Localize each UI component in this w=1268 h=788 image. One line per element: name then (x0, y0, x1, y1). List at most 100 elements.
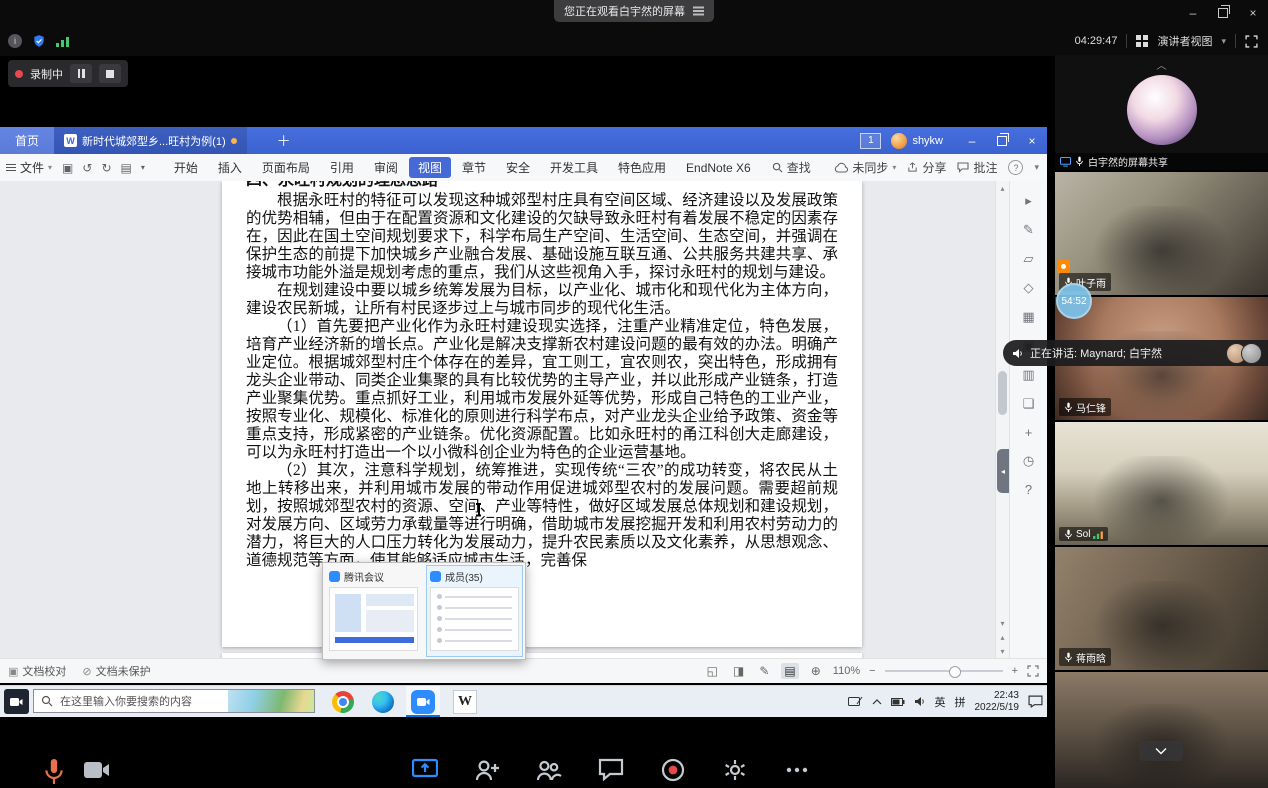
prev-page-icon[interactable]: ▴ (1000, 630, 1004, 644)
qat-caret-icon[interactable]: ▾ (141, 163, 145, 172)
meeting-mini-window[interactable] (4, 689, 29, 714)
ink-workspace-icon[interactable] (848, 696, 863, 708)
wps-restore-button[interactable] (987, 128, 1017, 154)
window-count-badge[interactable]: 1 (860, 133, 881, 149)
cloud-sync-button[interactable]: 未同步 ▾ (834, 159, 896, 176)
ribbon-collapse-icon[interactable]: ▾ (1034, 162, 1039, 173)
help-button[interactable]: ? (1008, 160, 1023, 175)
taskbar-meeting-icon[interactable] (406, 686, 440, 717)
taskbar-chrome-icon[interactable] (326, 686, 360, 717)
ribbon-tab-start[interactable]: 开始 (165, 157, 207, 178)
ribbon-tab-special-apps[interactable]: 特色应用 (609, 157, 675, 178)
zoom-level[interactable]: 110% (833, 665, 860, 677)
members-button[interactable] (536, 757, 562, 783)
taskbar-edge-icon[interactable] (366, 686, 400, 717)
account-chip[interactable]: shykw (891, 133, 943, 149)
chart-tool-icon[interactable]: ▥ (1022, 367, 1034, 383)
table-tool-icon[interactable]: ▦ (1022, 309, 1034, 325)
wps-close-button[interactable]: × (1017, 128, 1047, 154)
undo-icon[interactable]: ↺ (82, 161, 92, 175)
share-screen-button[interactable] (412, 757, 438, 783)
note-tool-icon[interactable]: ❏ (1023, 396, 1035, 412)
scrollbar-thumb[interactable] (998, 371, 1007, 415)
sidebar-chevron-up-icon[interactable]: ︿ (1157, 57, 1167, 72)
zoom-slider[interactable] (885, 670, 1003, 672)
meeting-info-icon[interactable]: i (8, 34, 22, 48)
battery-icon[interactable] (891, 698, 905, 706)
action-center-icon[interactable] (1028, 695, 1043, 708)
view-mode-caret-icon[interactable]: ▾ (1221, 36, 1226, 47)
eraser-tool-icon[interactable]: ▱ (1024, 251, 1034, 267)
more-button[interactable] (784, 757, 810, 783)
speaker-icon[interactable] (914, 696, 926, 707)
help-tool-icon[interactable]: ? (1025, 482, 1032, 497)
ribbon-tab-insert[interactable]: 插入 (209, 157, 251, 178)
tile-participant[interactable] (1055, 672, 1268, 788)
task-pane-handle[interactable]: ◂ (997, 449, 1009, 493)
chat-button[interactable] (598, 757, 624, 783)
history-tool-icon[interactable]: ◷ (1023, 453, 1034, 469)
add-tool-icon[interactable]: + (1025, 425, 1033, 440)
web-view-icon[interactable]: ⊕ (808, 663, 824, 679)
taskbar-w-app-icon[interactable]: W (448, 686, 482, 717)
scroll-down-icon[interactable]: ▾ (1000, 616, 1004, 630)
ribbon-tab-page-layout[interactable]: 页面布局 (253, 157, 319, 178)
ribbon-tab-references[interactable]: 引用 (321, 157, 363, 178)
network-signal-icon[interactable] (56, 35, 69, 47)
two-page-view-icon[interactable]: ◨ (730, 663, 747, 679)
comment-button[interactable]: 批注 (957, 159, 997, 176)
document-scrollbar[interactable]: ▴ ▾ ▴ ▾ (995, 181, 1009, 658)
close-button[interactable]: × (1238, 0, 1268, 26)
find-button[interactable]: 查找 (772, 159, 811, 176)
shape-tool-icon[interactable]: ◇ (1024, 280, 1034, 296)
restore-button[interactable] (1208, 0, 1238, 26)
mic-toggle-button[interactable] (42, 757, 66, 787)
zoom-knob[interactable] (949, 666, 961, 678)
camera-toggle-button[interactable] (84, 757, 110, 783)
record-button[interactable] (660, 757, 686, 783)
pause-recording-button[interactable] (70, 64, 92, 83)
select-tool-icon[interactable]: ▸ (1025, 193, 1032, 209)
sidebar-scroll-down-button[interactable] (1139, 741, 1183, 761)
search-highlight-image[interactable] (228, 690, 314, 712)
new-tab-button[interactable]: ＋ (277, 131, 291, 151)
proofread-button[interactable]: ▣ 文档校对 (8, 663, 66, 679)
view-mode-button[interactable]: 演讲者视图 (1157, 33, 1212, 49)
ribbon-tab-section[interactable]: 章节 (453, 157, 495, 178)
print-icon[interactable]: ▤ (121, 161, 132, 175)
invite-button[interactable] (474, 757, 500, 783)
share-button[interactable]: 分享 (907, 159, 946, 176)
tile-participant[interactable]: 叶子雨 (1055, 172, 1268, 295)
page-view-icon[interactable]: ▤ (781, 663, 798, 679)
taskbar-search-box[interactable]: 在这里输入你要搜索的内容 (33, 689, 315, 713)
fullscreen-doc-icon[interactable] (1027, 665, 1039, 677)
scroll-up-icon[interactable]: ▴ (996, 181, 1009, 195)
fullscreen-icon[interactable] (1245, 35, 1258, 48)
file-menu-button[interactable]: 文件 ▾ (6, 159, 52, 176)
settings-button[interactable] (722, 757, 748, 783)
ime-language-indicator[interactable]: 英 (935, 694, 946, 710)
tile-participant[interactable]: Sol (1055, 422, 1268, 545)
edit-tool-icon[interactable]: ✎ (1023, 222, 1034, 238)
ribbon-tab-endnote[interactable]: EndNote X6 (677, 159, 760, 177)
fit-page-icon[interactable]: ◱ (704, 663, 721, 679)
ime-mode-indicator[interactable]: 拼 (955, 694, 966, 710)
tray-chevron-up-icon[interactable] (872, 698, 882, 705)
preview-window-meeting[interactable]: 腾讯会议 (326, 566, 421, 656)
wps-minimize-button[interactable]: – (957, 128, 987, 154)
stop-recording-button[interactable] (99, 64, 121, 83)
meeting-timer-bubble[interactable]: 54:52 (1056, 283, 1092, 319)
next-page-icon[interactable]: ▾ (1000, 644, 1004, 658)
redo-icon[interactable]: ↻ (101, 161, 111, 175)
zoom-in-button[interactable]: + (1012, 665, 1018, 677)
edit-mode-icon[interactable]: ✎ (756, 663, 772, 679)
security-shield-icon[interactable] (32, 34, 46, 48)
wps-document-tab[interactable]: W 新时代城郊型乡...旺村为例(1) (54, 127, 247, 154)
preview-thumbnail[interactable] (430, 587, 519, 651)
save-icon[interactable]: ▣ (62, 161, 73, 175)
document-page[interactable]: 四、永旺村规划的理念思路 根据永旺村的特征可以发现这种城郊型村庄具有空间区域、经… (222, 181, 862, 647)
wps-home-tab[interactable]: 首页 (0, 127, 54, 154)
ribbon-tab-security[interactable]: 安全 (497, 157, 539, 178)
preview-thumbnail[interactable] (329, 587, 418, 651)
tile-participant[interactable]: 蒋雨晗 (1055, 547, 1268, 670)
